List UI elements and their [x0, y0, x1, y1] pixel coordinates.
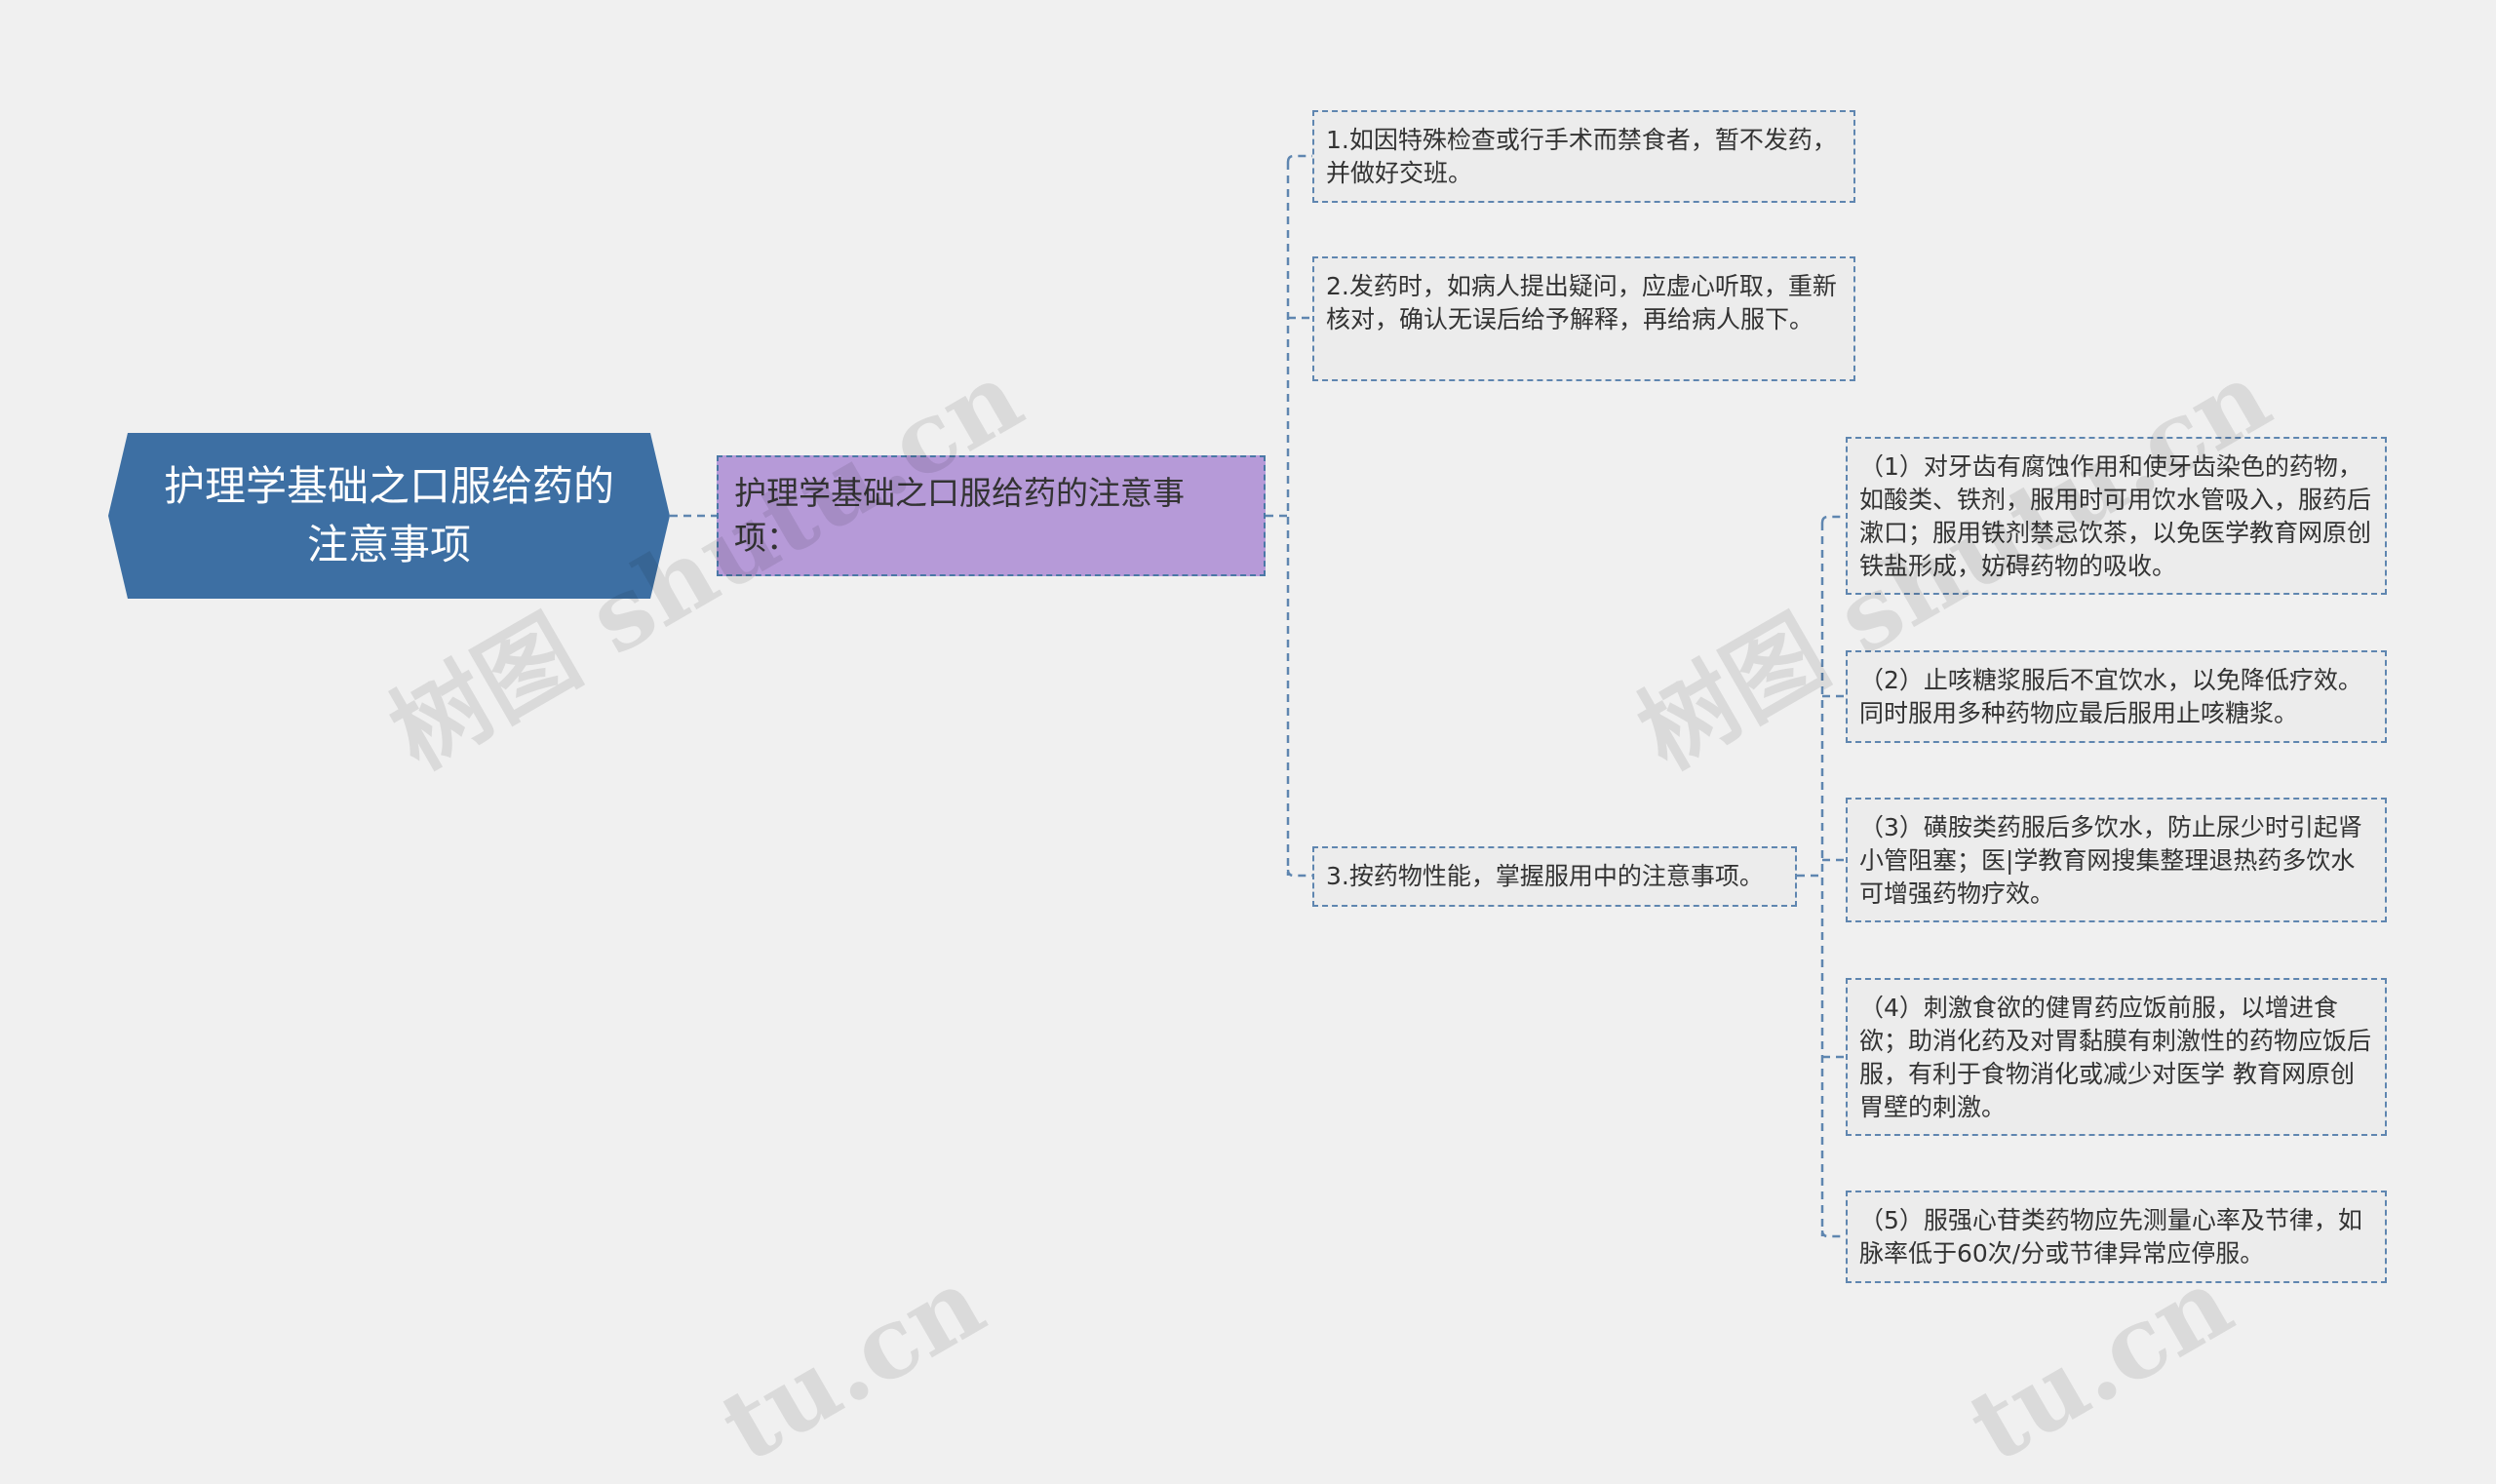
item-text: 1.如因特殊检查或行手术而禁食者，暂不发药，并做好交班。	[1326, 126, 1837, 187]
connector-item-3	[1286, 869, 1312, 878]
root-node[interactable]: 护理学基础之口服给药的注意事项	[108, 433, 670, 599]
mindmap-canvas: 护理学基础之口服给药的注意事项 护理学基础之口服给药的注意事项： 1.如因特殊检…	[0, 0, 2496, 1484]
watermark-partial: tu.cn	[702, 1244, 1002, 1484]
detail-node-1[interactable]: （1）对牙齿有腐蚀作用和使牙齿染色的药物，如酸类、铁剂，服用时可用饮水管吸入，服…	[1846, 437, 2387, 595]
item-text: 3.按药物性能，掌握服用中的注意事项。	[1326, 862, 1764, 890]
detail-node-5[interactable]: （5）服强心苷类药物应先测量心率及节律，如脉率低于60次/分或节律异常应停服。	[1846, 1191, 2387, 1283]
detail-text: （3）磺胺类药服后多饮水，防止尿少时引起肾小管阻塞；医|学教育网搜集整理退热药多…	[1859, 813, 2362, 908]
detail-node-2[interactable]: （2）止咳糖浆服后不宜饮水，以免降低疗效。同时服用多种药物应最后服用止咳糖浆。	[1846, 650, 2387, 743]
sub-topic-text: 护理学基础之口服给药的注意事项：	[734, 474, 1185, 557]
item-node-2[interactable]: 2.发药时，如病人提出疑问，应虚心听取，重新核对，确认无误后给予解释，再给病人服…	[1312, 256, 1855, 381]
detail-text: （1）对牙齿有腐蚀作用和使牙齿染色的药物，如酸类、铁剂，服用时可用饮水管吸入，服…	[1859, 452, 2372, 580]
detail-text: （5）服强心苷类药物应先测量心率及节律，如脉率低于60次/分或节律异常应停服。	[1859, 1206, 2362, 1268]
item-node-3[interactable]: 3.按药物性能，掌握服用中的注意事项。	[1312, 846, 1797, 907]
item-node-1[interactable]: 1.如因特殊检查或行手术而禁食者，暂不发药，并做好交班。	[1312, 110, 1855, 203]
sub-topic-node[interactable]: 护理学基础之口服给药的注意事项：	[717, 455, 1266, 576]
detail-text: （4）刺激食欲的健胃药应饭前服，以增进食欲；助消化药及对胃黏膜有刺激性的药物应饭…	[1859, 994, 2372, 1121]
connector-detail-5	[1820, 1230, 1846, 1238]
connector-detail-1	[1820, 515, 1846, 524]
item-text: 2.发药时，如病人提出疑问，应虚心听取，重新核对，确认无误后给予解释，再给病人服…	[1326, 272, 1837, 333]
detail-node-3[interactable]: （3）磺胺类药服后多饮水，防止尿少时引起肾小管阻塞；医|学教育网搜集整理退热药多…	[1846, 798, 2387, 922]
connector-item-1	[1286, 154, 1312, 163]
root-title: 护理学基础之口服给药的注意事项	[163, 462, 614, 568]
detail-node-4[interactable]: （4）刺激食欲的健胃药应饭前服，以增进食欲；助消化药及对胃黏膜有刺激性的药物应饭…	[1846, 978, 2387, 1136]
detail-text: （2）止咳糖浆服后不宜饮水，以免降低疗效。同时服用多种药物应最后服用止咳糖浆。	[1859, 666, 2362, 727]
